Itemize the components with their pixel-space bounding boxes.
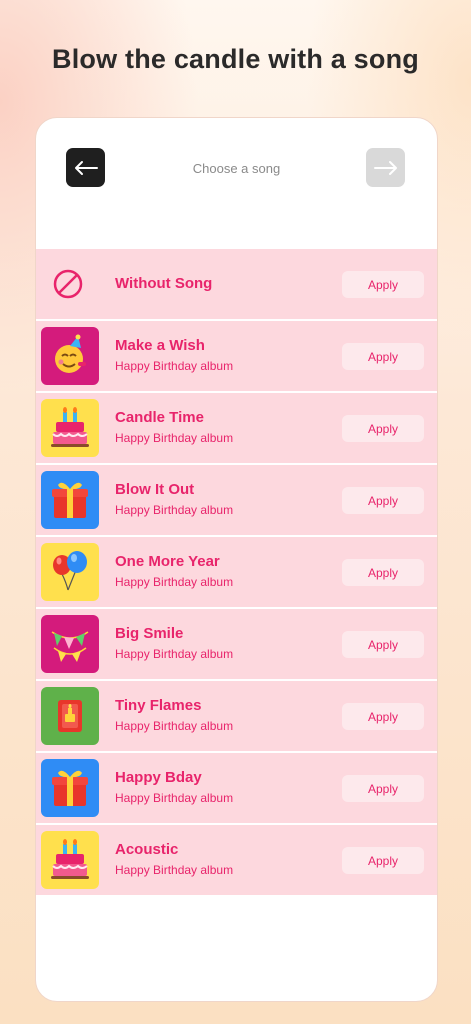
card-header: Choose a song [36,118,437,249]
song-title: Without Song [115,275,213,292]
song-thumbnail [41,471,99,529]
song-subtitle: Happy Birthday album [115,647,234,661]
song-row-one-more-year[interactable]: One More Year Happy Birthday album Apply [36,537,437,607]
birthday-cake-icon [51,839,89,879]
song-title: Big Smile [115,625,184,642]
song-row-acoustic[interactable]: Acoustic Happy Birthday album Apply [36,825,437,895]
song-subtitle: Happy Birthday album [115,719,234,733]
apply-button[interactable]: Apply [342,847,424,874]
birthday-cake-icon [51,407,89,447]
arrow-right-icon [373,160,397,175]
apply-button[interactable]: Apply [342,631,424,658]
song-thumbnail [41,687,99,745]
song-title: Happy Bday [115,769,202,786]
apply-button[interactable]: Apply [342,271,424,298]
song-thumbnail [41,327,99,385]
song-thumbnail [41,759,99,817]
card-icon [58,700,82,732]
song-subtitle: Happy Birthday album [115,503,234,517]
song-title: Blow It Out [115,481,195,498]
song-row-tiny-flames[interactable]: Tiny Flames Happy Birthday album Apply [36,681,437,751]
song-row-without-song[interactable]: Without Song Apply [36,249,437,319]
apply-button[interactable]: Apply [342,415,424,442]
song-subtitle: Happy Birthday album [115,359,234,373]
apply-button[interactable]: Apply [342,343,424,370]
no-song-icon [53,269,83,299]
song-title: Acoustic [115,841,179,858]
song-list: Without Song Apply Make a Wish Happy Bir… [36,249,437,897]
balloons-icon [53,551,87,591]
page-headline: Blow the candle with a song [52,44,419,74]
song-thumbnail [41,399,99,457]
song-title: Make a Wish [115,337,205,354]
song-thumbnail [41,615,99,673]
song-thumbnail [41,543,99,601]
song-row-blow-it-out[interactable]: Blow It Out Happy Birthday album Apply [36,465,437,535]
song-row-candle-time[interactable]: Candle Time Happy Birthday album Apply [36,393,437,463]
song-title: Candle Time [115,409,204,426]
apply-button[interactable]: Apply [342,487,424,514]
song-subtitle: Happy Birthday album [115,575,234,589]
party-face-icon [55,334,86,373]
song-picker-card: Choose a song Without Song Apply Make a … [35,117,438,1002]
song-title: One More Year [115,553,220,570]
song-subtitle: Happy Birthday album [115,791,234,805]
gift-icon [52,770,88,806]
apply-button[interactable]: Apply [342,559,424,586]
apply-button[interactable]: Apply [342,703,424,730]
song-title: Tiny Flames [115,697,202,714]
gift-icon [52,482,88,518]
apply-button[interactable]: Apply [342,775,424,802]
song-row-happy-bday[interactable]: Happy Bday Happy Birthday album Apply [36,753,437,823]
song-row-big-smile[interactable]: Big Smile Happy Birthday album Apply [36,609,437,679]
bunting-icon [51,631,89,662]
song-thumbnail [41,831,99,889]
next-button[interactable] [366,148,405,187]
song-subtitle: Happy Birthday album [115,863,234,877]
song-subtitle: Happy Birthday album [115,431,234,445]
song-row-make-a-wish[interactable]: Make a Wish Happy Birthday album Apply [36,321,437,391]
